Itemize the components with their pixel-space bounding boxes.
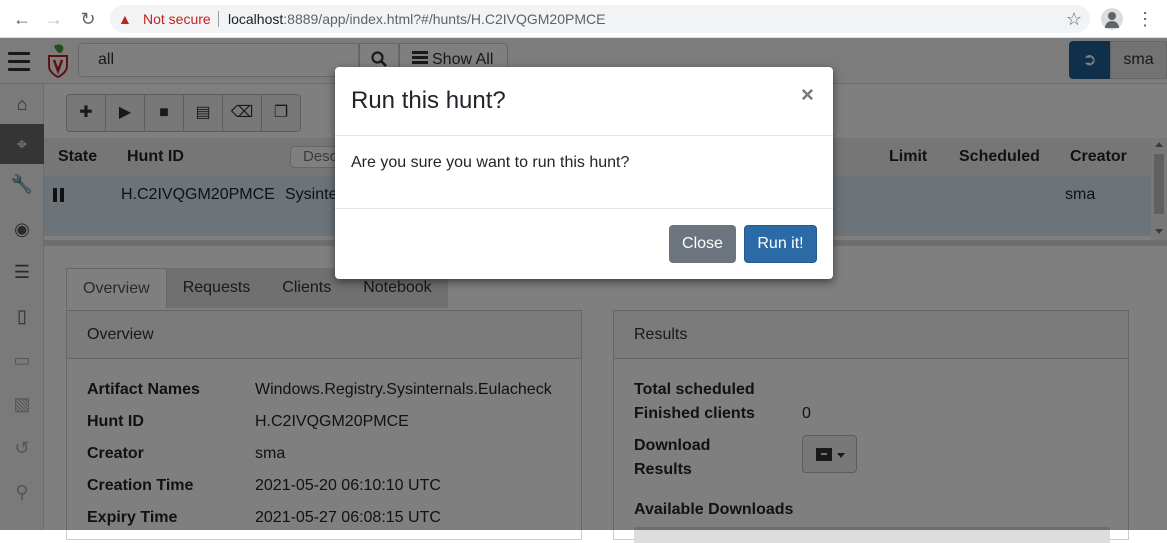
bookmark-star-icon[interactable]: ☆: [1066, 5, 1082, 33]
url-host: localhost: [228, 11, 284, 27]
dialog-header: Run this hunt? ×: [335, 67, 833, 136]
reload-icon[interactable]: ↻: [76, 7, 100, 31]
profile-avatar-icon[interactable]: [1101, 8, 1123, 30]
close-button[interactable]: Close: [669, 225, 736, 263]
run-it-button[interactable]: Run it!: [744, 225, 817, 263]
forward-arrow-icon[interactable]: →: [42, 7, 66, 31]
warning-icon: ▲: [118, 11, 132, 27]
kebab-menu-icon[interactable]: ⋮: [1136, 8, 1154, 30]
security-label: Not secure: [143, 11, 211, 27]
url-text: localhost:8889/app/index.html?#/hunts/H.…: [228, 5, 605, 33]
run-hunt-dialog: Run this hunt? × Are you sure you want t…: [335, 67, 833, 279]
dialog-title: Run this hunt?: [351, 87, 506, 114]
close-icon[interactable]: ×: [801, 82, 814, 108]
dialog-body: Are you sure you want to run this hunt?: [335, 136, 833, 209]
address-divider: [218, 11, 219, 27]
dialog-message: Are you sure you want to run this hunt?: [351, 154, 630, 171]
address-bar[interactable]: ▲ Not secure localhost:8889/app/index.ht…: [110, 5, 1090, 33]
back-arrow-icon[interactable]: ←: [10, 7, 34, 31]
url-path: :8889/app/index.html?#/hunts/H.C2IVQGM20…: [283, 11, 606, 27]
browser-toolbar: ← → ↻ ▲ Not secure localhost:8889/app/in…: [0, 0, 1167, 38]
